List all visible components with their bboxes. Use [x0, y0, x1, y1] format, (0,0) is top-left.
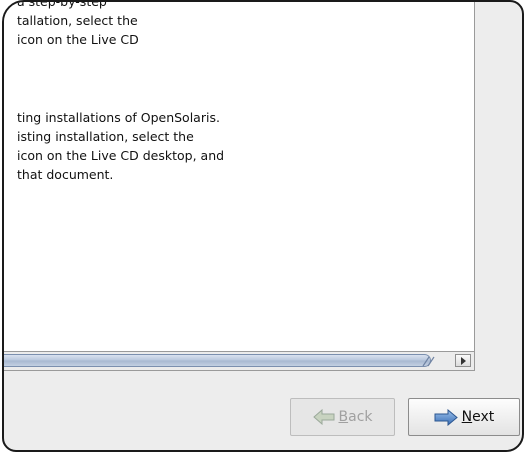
paragraph-install-instructions: a step-by-step tallation, select the ico…	[17, 0, 139, 49]
text-line: icon on the Live CD desktop, and	[17, 148, 225, 163]
scrollbar-thumb[interactable]	[4, 354, 431, 367]
text-line: ting installations of OpenSolaris.	[17, 110, 220, 125]
scroll-right-button[interactable]	[455, 354, 471, 367]
text-line: tallation, select the	[17, 13, 138, 28]
scrollbar-grip-icon	[422, 356, 435, 367]
paragraph-upgrade-instructions: ting installations of OpenSolaris. istin…	[17, 108, 224, 184]
horizontal-scrollbar[interactable]	[4, 352, 475, 371]
next-button[interactable]: Next	[408, 398, 520, 436]
release-notes-pane[interactable]: a step-by-step tallation, select the ico…	[4, 0, 475, 352]
go-back-arrow-icon	[312, 409, 334, 425]
text-line: a step-by-step	[17, 0, 107, 9]
text-line: isting installation, select the	[17, 129, 194, 144]
next-button-label: Next	[461, 409, 495, 425]
scroll-right-arrow-icon	[460, 356, 466, 365]
text-line: that document.	[17, 167, 114, 182]
go-next-arrow-icon	[434, 408, 458, 426]
back-button-label: Back	[338, 409, 373, 425]
back-button[interactable]: Back	[290, 398, 395, 436]
text-line: icon on the Live CD	[17, 32, 139, 47]
installer-window: a step-by-step tallation, select the ico…	[2, 0, 524, 452]
